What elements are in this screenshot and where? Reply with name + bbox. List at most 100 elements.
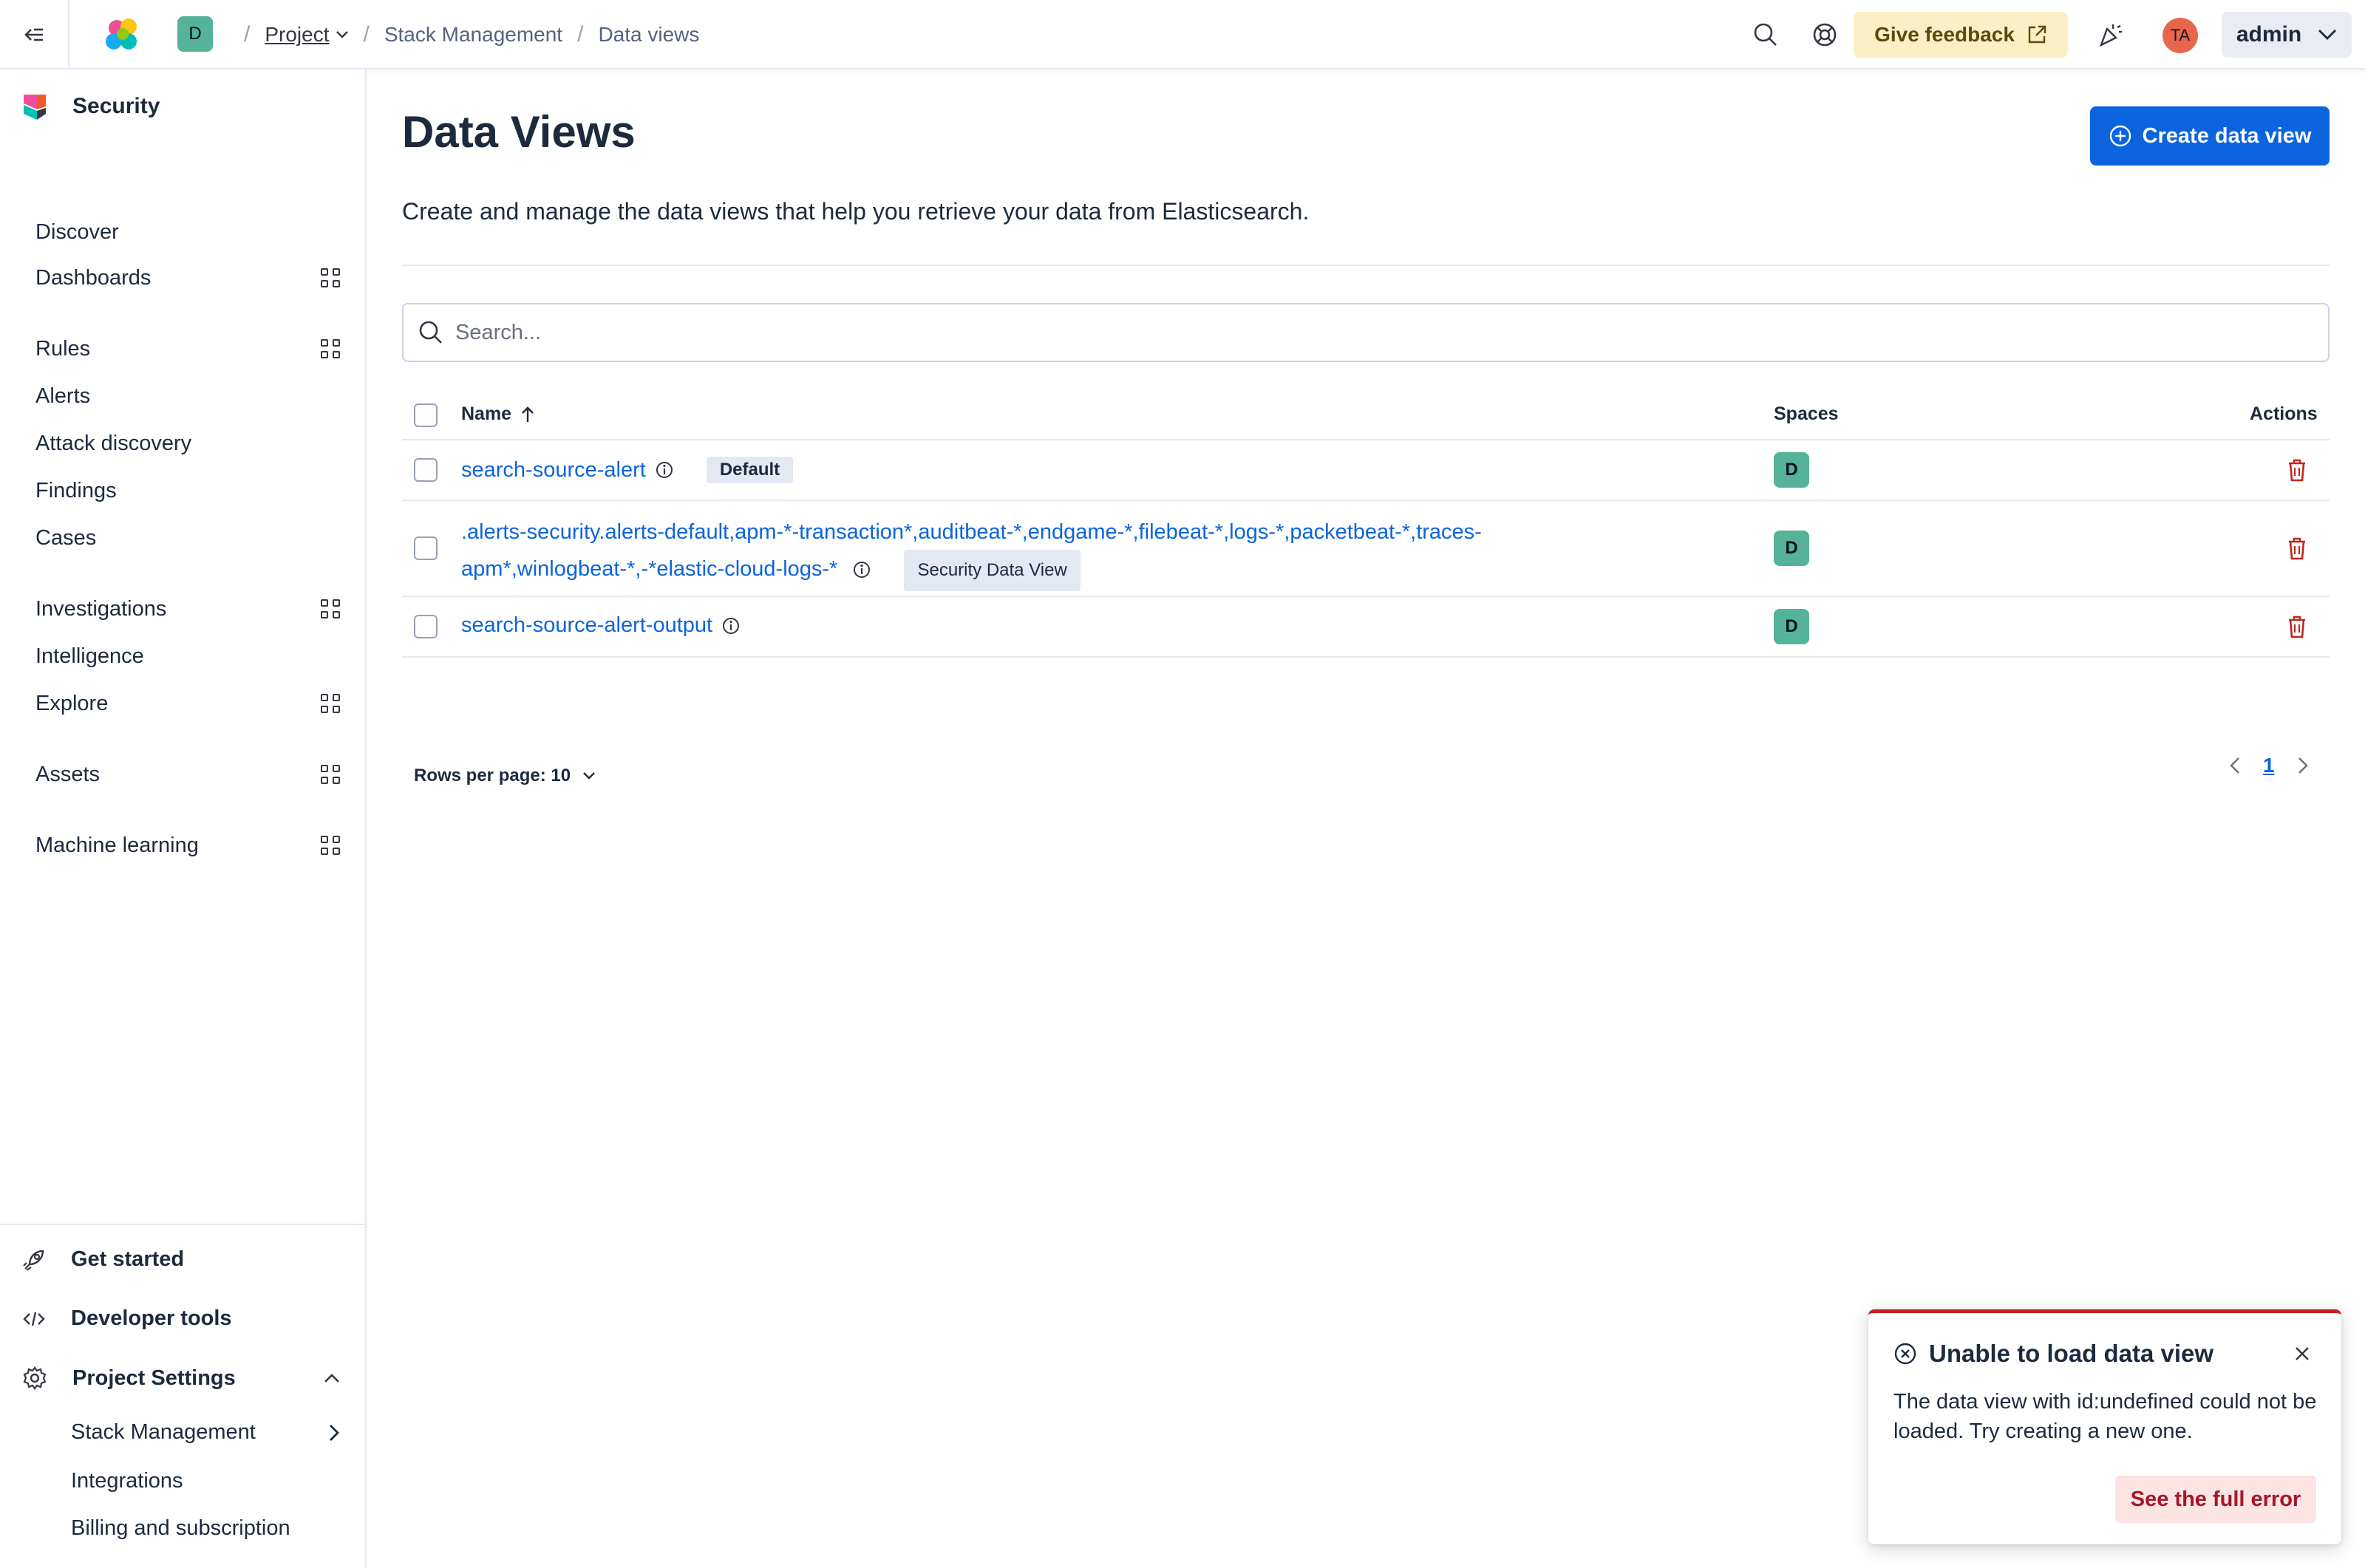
sidebar-item-machine-learning[interactable]: Machine learning (35, 826, 346, 865)
table-header-row: Name Spaces Actions (402, 387, 2330, 440)
user-avatar[interactable]: TA (2162, 18, 2198, 53)
row-checkbox[interactable] (414, 458, 438, 482)
sidebar-item-integrations[interactable]: Integrations (71, 1469, 183, 1493)
app-grid-icon[interactable] (321, 836, 340, 855)
data-view-link-line: apm*,winlogbeat-*,-*elastic-cloud-logs-* (461, 557, 838, 581)
breadcrumb: / Project / Stack Management / Data view… (229, 0, 699, 69)
plus-in-circle-icon (2109, 125, 2131, 147)
security-data-view-badge: Security Data View (904, 550, 1081, 591)
sort-ascending-icon (522, 406, 534, 422)
rocket-icon (23, 1250, 44, 1271)
sidebar-item-discover[interactable]: Discover (35, 213, 346, 251)
help-lifebuoy-icon (1813, 23, 1837, 47)
data-view-link[interactable]: search-source-alert (461, 458, 646, 483)
sidebar-item-alerts[interactable]: Alerts (35, 377, 346, 415)
breadcrumb-project-label: Project (265, 23, 330, 46)
rows-per-page-button[interactable]: Rows per page: 10 (414, 766, 596, 786)
sidebar-item-attack-discovery[interactable]: Attack discovery (35, 424, 346, 463)
news-button[interactable] (2095, 19, 2126, 50)
app-grid-icon[interactable] (321, 765, 340, 784)
space-badge[interactable]: D (1774, 452, 1809, 488)
sidebar-item-label: Alerts (35, 384, 91, 408)
collapse-menu-icon (24, 28, 43, 41)
page-number-current[interactable]: 1 (2263, 754, 2275, 777)
row-checkbox[interactable] (414, 615, 438, 638)
create-data-view-button[interactable]: Create data view (2090, 106, 2330, 166)
column-header-name[interactable]: Name (461, 403, 535, 425)
collapse-nav-button[interactable] (0, 0, 69, 69)
sidebar-item-findings[interactable]: Findings (35, 471, 346, 510)
row-checkbox[interactable] (414, 536, 438, 560)
info-icon[interactable] (655, 460, 674, 480)
project-settings-label: Project Settings (72, 1366, 236, 1390)
data-view-link[interactable]: search-source-alert-output (461, 613, 712, 638)
give-feedback-label: Give feedback (1874, 23, 2015, 46)
chevron-up-icon (324, 1374, 339, 1383)
pagination: 1 (2229, 754, 2309, 777)
help-button[interactable] (1809, 19, 1840, 50)
chevron-left-icon[interactable] (2229, 756, 2241, 775)
sidebar-item-assets[interactable]: Assets (35, 755, 346, 794)
elastic-logo-icon[interactable] (103, 16, 142, 55)
name-cell: search-source-alert Default (461, 457, 794, 483)
app-grid-icon[interactable] (321, 339, 340, 358)
security-logo-icon (24, 95, 46, 120)
search-field[interactable] (402, 303, 2330, 362)
breadcrumb-stack-management[interactable]: Stack Management (384, 23, 562, 47)
user-menu-label: admin (2236, 22, 2302, 47)
search-button[interactable] (1750, 19, 1781, 50)
space-badge[interactable]: D (1774, 609, 1809, 644)
get-started-link[interactable]: Get started (22, 1247, 184, 1272)
app-grid-icon[interactable] (321, 694, 340, 713)
sidebar-item-stack-management[interactable]: Stack Management (71, 1420, 340, 1445)
solution-title-label: Security (72, 94, 160, 118)
space-badge[interactable]: D (1774, 531, 1809, 566)
app-grid-icon[interactable] (321, 599, 340, 618)
sidebar-item-label: Cases (35, 525, 97, 550)
breadcrumb-project[interactable]: Project (265, 23, 348, 47)
column-header-spaces: Spaces (1774, 403, 1839, 424)
sidebar-item-billing[interactable]: Billing and subscription (71, 1516, 290, 1541)
sidebar-item-rules[interactable]: Rules (35, 330, 346, 368)
sidebar-item-cases[interactable]: Cases (35, 519, 346, 557)
space-avatar[interactable]: D (177, 16, 213, 52)
page-title: Data Views (402, 107, 636, 157)
select-all-checkbox[interactable] (414, 403, 438, 427)
cheer-icon (2099, 24, 2122, 47)
toast-title: Unable to load data view (1893, 1340, 2213, 1368)
code-icon (23, 1312, 45, 1326)
trash-icon[interactable] (2284, 535, 2310, 562)
close-icon[interactable] (2291, 1343, 2313, 1365)
sidebar-item-dashboards[interactable]: Dashboards (35, 259, 346, 297)
error-toast: Unable to load data view The data view w… (1868, 1309, 2341, 1544)
sidebar-item-explore[interactable]: Explore (35, 684, 346, 723)
developer-tools-link[interactable]: Developer tools (22, 1306, 232, 1331)
breadcrumb-separator: / (577, 22, 584, 47)
breadcrumb-separator: / (244, 22, 251, 47)
see-full-error-button[interactable]: See the full error (2115, 1476, 2316, 1523)
trash-icon[interactable] (2284, 457, 2310, 483)
create-data-view-label: Create data view (2142, 123, 2312, 148)
solution-title[interactable]: Security (22, 92, 160, 121)
project-settings-toggle[interactable]: Project Settings (22, 1366, 340, 1391)
app-grid-icon[interactable] (321, 268, 340, 287)
trash-icon[interactable] (2284, 613, 2310, 640)
search-icon (419, 321, 442, 344)
user-menu-button[interactable]: admin (2222, 12, 2352, 58)
top-header: D / Project / Stack Management / Data vi… (0, 0, 2365, 69)
data-view-link[interactable]: .alerts-security.alerts-default,apm-*-tr… (461, 514, 1644, 591)
sidebar-item-label: Machine learning (35, 833, 199, 857)
search-input[interactable] (455, 320, 2229, 345)
info-icon[interactable] (852, 560, 871, 579)
sidebar-item-intelligence[interactable]: Intelligence (35, 637, 346, 675)
sidebar-footer: Get started Developer tools Project Sett… (0, 1224, 365, 1568)
sidebar-item-investigations[interactable]: Investigations (35, 590, 346, 628)
chevron-down-icon (336, 31, 348, 38)
divider (402, 265, 2330, 266)
give-feedback-button[interactable]: Give feedback (1854, 12, 2068, 58)
chevron-right-icon[interactable] (2297, 756, 2309, 775)
breadcrumb-data-views: Data views (598, 23, 700, 46)
sidebar-item-label: Stack Management (71, 1420, 256, 1444)
info-icon[interactable] (721, 616, 741, 635)
chevron-down-icon (2318, 30, 2337, 40)
